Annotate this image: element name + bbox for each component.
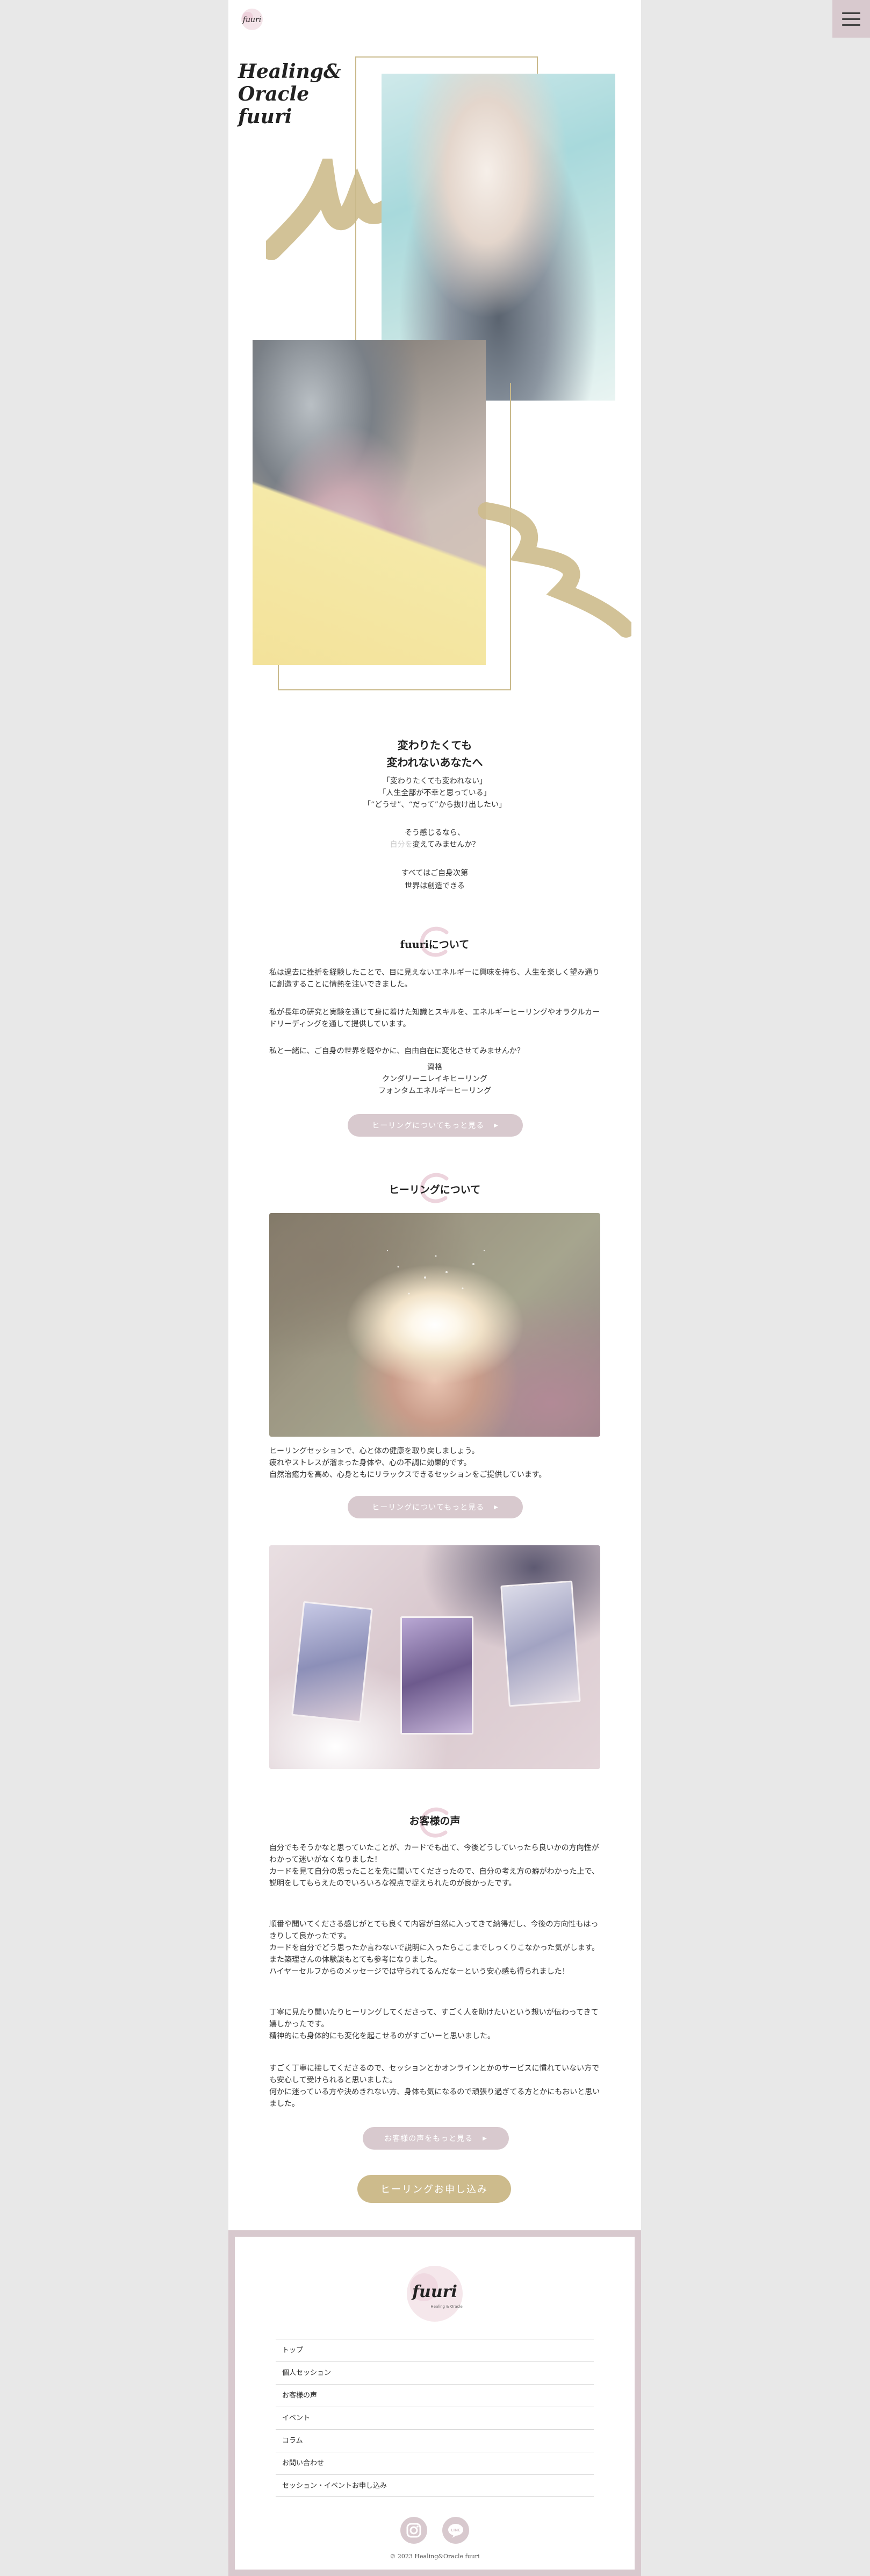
voice-paragraph-2: 順番や聞いてくださる感じがとても良くて内容が自然に入ってきて納得だし、今後の方向…: [269, 1920, 600, 1976]
oracle-card: [400, 1616, 473, 1735]
intro-quotes: 「変わりたくても変われない」 「人生全部が不幸と思っている」 「“どうせ”、“だ…: [228, 775, 641, 811]
intro-question: そう感じるなら、 自分を変えてみませんか？: [228, 827, 641, 851]
arrow-right-icon: ▶: [494, 1504, 499, 1510]
intro-heading-line: 変わりたくても: [397, 739, 472, 752]
voices-title: お客様の声: [409, 1815, 461, 1827]
footer-inner: fuuri Healing & Oracle トップ 個人セッション お客様の声…: [235, 2237, 635, 2570]
page: fuuri Healing& Oracle fuuri 変わりたくても 変われな…: [228, 0, 641, 2576]
oracle-card: [291, 1601, 373, 1723]
line-icon[interactable]: LINE: [442, 2516, 470, 2544]
oracle-cards-photo: [269, 1545, 600, 1769]
healing-paragraph-line: 自然治癒力を高め、心身ともにリラックスできるセッションをご提供しています。: [269, 1471, 547, 1479]
intro-question-line: 自分を変えてみませんか？: [228, 839, 641, 851]
hero-title: Healing& Oracle fuuri: [238, 60, 341, 128]
footer-logo-subtext: Healing & Oracle: [430, 2304, 462, 2309]
certification-item: フォンタムエネルギーヒーリング: [378, 1087, 491, 1095]
healing-title: ヒーリングについて: [389, 1184, 481, 1196]
healing-paragraph-line: ヒーリングセッションで、心と体の健康を取り戻しましょう。: [269, 1447, 479, 1455]
about-paragraph-3: 私と一緒に、ご自身の世界を軽やかに、自由自在に変化させてみませんか？: [269, 1047, 524, 1055]
footer: fuuri Healing & Oracle トップ 個人セッション お客様の声…: [228, 2230, 641, 2576]
footer-nav: トップ 個人セッション お客様の声 イベント コラム お問い合わせ セッション・…: [276, 2339, 594, 2497]
intro-closing-line: 世界は創造できる: [405, 882, 465, 890]
footer-nav-apply[interactable]: セッション・イベントお申し込み: [276, 2474, 594, 2497]
footer-nav-contact[interactable]: お問い合わせ: [276, 2452, 594, 2474]
intro-heading-line: 変われないあなたへ: [386, 756, 483, 769]
intro-heading: 変わりたくても 変われないあなたへ: [228, 737, 641, 771]
arrow-right-icon: ▶: [483, 2135, 487, 2142]
svg-text:LINE: LINE: [451, 2528, 461, 2532]
certifications: 資格 クンダリーニレイキヒーリング フォンタムエネルギーヒーリング: [228, 1061, 641, 1097]
healing-hands-photo: [269, 1213, 600, 1437]
intro-closing: すべてはご自身次第 世界は創造できる: [228, 867, 641, 893]
oracle-card: [500, 1580, 581, 1707]
intro-question-text: 変えてみませんか？: [412, 840, 480, 849]
instagram-icon[interactable]: [400, 2516, 428, 2544]
gold-brush-stroke-bottom: [478, 502, 631, 638]
healing-paragraph: ヒーリングセッションで、心と体の健康を取り戻しましょう。 疲れやストレスが溜まっ…: [269, 1445, 600, 1481]
healing-more-button[interactable]: ヒーリングについてもっと見る ▶: [348, 1496, 523, 1518]
logo-text: fuuri: [242, 16, 261, 24]
voices-more-button[interactable]: お客様の声をもっと見る ▶: [363, 2127, 509, 2150]
voice-paragraph-3: 丁寧に見たり聞いたりヒーリングしてくださって、すごく人を助けたいという想いが伝わ…: [269, 2008, 599, 2040]
intro-closing-line: すべてはご自身次第: [401, 869, 469, 877]
voice-paragraph-1: 自分でもそうかなと思っていたことが、カードでも出て、今後どうしていったら良いかの…: [269, 1844, 600, 1888]
footer-logo-text: fuuri: [411, 2282, 457, 2301]
footer-nav-sessions[interactable]: 個人セッション: [276, 2361, 594, 2384]
hamburger-menu-icon[interactable]: [832, 0, 870, 38]
hero-photo-oracle-cards: [253, 340, 486, 665]
voices-more-button-label: お客様の声をもっと見る: [384, 2135, 473, 2143]
copyright: © 2023 Healing&Oracle fuuri: [390, 2553, 480, 2560]
footer-nav-column[interactable]: コラム: [276, 2429, 594, 2452]
intro-question-line: そう感じるなら、: [405, 829, 465, 837]
certification-item: クンダリーニレイキヒーリング: [382, 1075, 487, 1083]
footer-logo[interactable]: fuuri Healing & Oracle: [401, 2264, 468, 2324]
about-more-button-label: ヒーリングについてもっと見る: [372, 1122, 485, 1130]
healing-paragraph-line: 疲れやストレスが溜まった身体や、心の不調に効果的です。: [269, 1459, 471, 1467]
certifications-heading: 資格: [427, 1063, 442, 1072]
intro-quote-line: 「変わりたくても変われない」: [382, 777, 487, 786]
intro-faded-text: 自分を: [390, 840, 413, 849]
about-title: fuuriについて: [400, 939, 470, 951]
footer-nav-events[interactable]: イベント: [276, 2407, 594, 2429]
about-more-button[interactable]: ヒーリングについてもっと見る ▶: [348, 1114, 523, 1137]
footer-nav-voices[interactable]: お客様の声: [276, 2384, 594, 2407]
intro-quote-line: 「“どうせ”、“だって”から抜け出したい」: [363, 801, 506, 809]
healing-apply-button[interactable]: ヒーリングお申し込み: [357, 2175, 511, 2203]
voice-paragraph-4: すごく丁寧に接してくださるので、セッションとかオンラインとかのサービスに慣れてい…: [269, 2064, 600, 2108]
arrow-right-icon: ▶: [494, 1122, 499, 1129]
intro-quote-line: 「人生全部が不幸と思っている」: [378, 789, 491, 797]
about-paragraph-1: 私は過去に挫折を経験したことで、目に見えないエネルギーに興味を持ち、人生を楽しく…: [269, 968, 600, 989]
footer-nav-top[interactable]: トップ: [276, 2339, 594, 2361]
about-paragraph-2: 私が長年の研究と実験を通じて身に着けた知識とスキルを、エネルギーヒーリングやオラ…: [269, 1008, 600, 1029]
healing-more-button-label: ヒーリングについてもっと見る: [372, 1503, 485, 1512]
site-logo[interactable]: fuuri: [236, 6, 268, 32]
